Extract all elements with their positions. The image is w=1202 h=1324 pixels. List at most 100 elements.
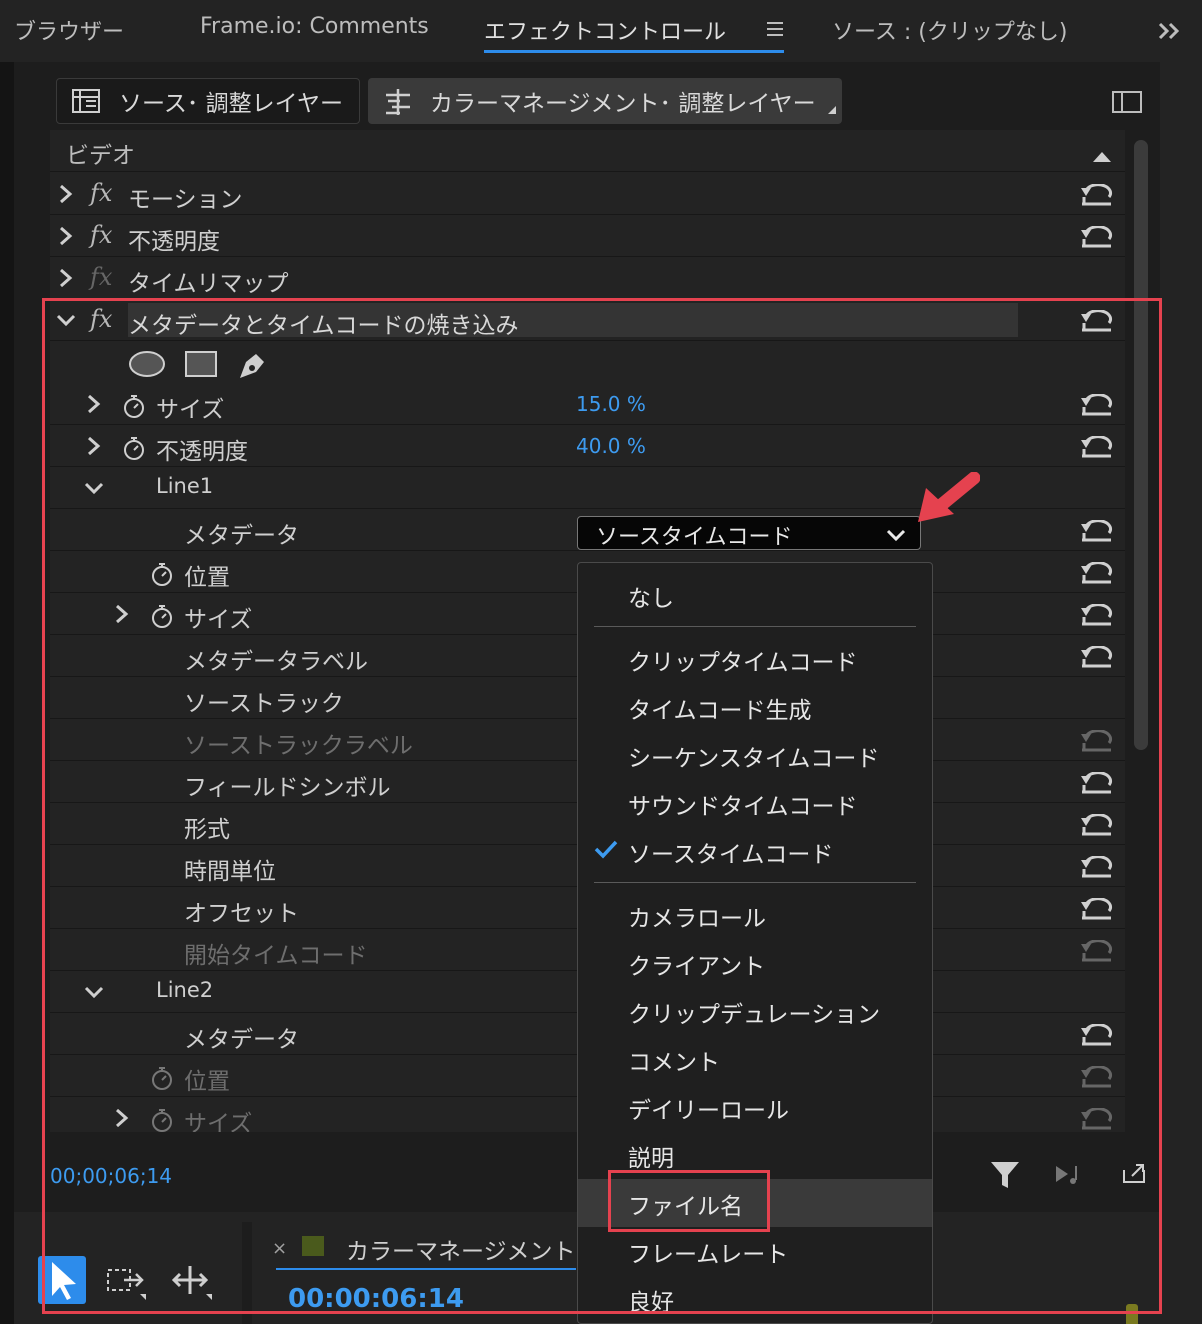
effect-row-metadata-burnin[interactable]: fx メタデータとタイムコードの焼き込み — [50, 300, 1125, 341]
reset-icon[interactable] — [1079, 897, 1113, 922]
rectangle-mask-icon[interactable] — [184, 350, 218, 382]
prop-label: 不透明度 — [156, 439, 248, 465]
prop-row-size[interactable]: サイズ 15.0 % — [50, 384, 1125, 425]
chevron-right-icon[interactable] — [56, 226, 76, 246]
reset-icon[interactable] — [1079, 813, 1113, 838]
track-select-tool-icon[interactable] — [106, 1264, 148, 1304]
menu-item-client[interactable]: クライアント — [628, 947, 765, 981]
chevron-right-icon[interactable] — [56, 184, 76, 204]
fx-icon: fx — [90, 263, 113, 291]
metadata-options-menu: なし クリップタイムコード タイムコード生成 シーケンスタイムコード サウンドタ… — [577, 562, 933, 1324]
fx-icon[interactable]: fx — [90, 221, 112, 249]
effect-row-time-remap[interactable]: fx タイムリマップ — [50, 258, 1125, 299]
target-clip-button[interactable]: カラーマネージメント･ 調整レイヤー — [368, 78, 842, 124]
reset-icon[interactable] — [1079, 519, 1113, 544]
toggle-timeline-icon[interactable] — [1112, 90, 1144, 118]
tab-effect-controls[interactable]: エフェクトコントロール — [484, 14, 726, 46]
ripple-edit-tool-icon[interactable] — [170, 1264, 214, 1304]
export-icon[interactable] — [1120, 1160, 1148, 1190]
menu-item-description[interactable]: 説明 — [628, 1139, 674, 1173]
menu-item-comment[interactable]: コメント — [628, 1043, 720, 1077]
menu-separator — [594, 626, 916, 627]
chevron-down-icon[interactable] — [84, 478, 104, 498]
menu-item-frame-rate[interactable]: フレームレート — [628, 1235, 788, 1269]
reset-icon — [1079, 1065, 1113, 1090]
stopwatch-icon[interactable] — [122, 394, 146, 418]
reset-icon[interactable] — [1079, 561, 1113, 586]
reset-icon[interactable] — [1079, 1023, 1113, 1048]
reset-icon[interactable] — [1079, 225, 1113, 250]
reset-icon[interactable] — [1079, 435, 1113, 460]
menu-item-generated-timecode[interactable]: タイムコード生成 — [628, 691, 812, 725]
effect-row-opacity[interactable]: fx 不透明度 — [50, 216, 1125, 257]
filter-icon[interactable] — [990, 1160, 1020, 1194]
prop-label: 位置 — [184, 565, 230, 591]
tab-source[interactable]: ソース : (クリップなし) — [832, 14, 1067, 46]
menu-item-sound-timecode[interactable]: サウンドタイムコード — [628, 787, 858, 821]
chevron-right-icon[interactable] — [56, 268, 76, 288]
prop-label: サイズ — [184, 1111, 253, 1132]
chevron-right-icon[interactable] — [112, 604, 132, 624]
playhead-marker[interactable] — [1126, 1304, 1138, 1324]
reset-icon — [1079, 939, 1113, 964]
reset-icon[interactable] — [1079, 645, 1113, 670]
play-audio-icon[interactable] — [1054, 1162, 1086, 1192]
video-section-header[interactable]: ビデオ — [50, 130, 1125, 172]
prop-label: フィールドシンボル — [184, 775, 391, 801]
opacity-value[interactable]: 40.0 % — [576, 434, 646, 458]
stopwatch-icon[interactable] — [150, 604, 174, 628]
menu-item-daily-roll[interactable]: デイリーロール — [628, 1091, 789, 1125]
reset-icon[interactable] — [1079, 309, 1113, 334]
chevron-right-icon[interactable] — [84, 436, 104, 456]
overflow-tabs-icon[interactable] — [1158, 22, 1182, 44]
reset-icon[interactable] — [1079, 603, 1113, 628]
panel-menu-icon[interactable] — [766, 20, 784, 42]
chevron-down-icon[interactable] — [56, 310, 76, 330]
effect-name: タイムリマップ — [128, 271, 289, 297]
selection-tool-icon[interactable] — [38, 1256, 86, 1304]
collapse-up-icon[interactable] — [1093, 148, 1111, 167]
menu-item-camera-roll[interactable]: カメラロール — [628, 899, 766, 933]
sequence-tab-label[interactable]: カラーマネージメント — [346, 1232, 576, 1266]
reset-icon[interactable] — [1079, 183, 1113, 208]
menu-item-sequence-timecode[interactable]: シーケンスタイムコード — [628, 739, 879, 773]
reset-icon[interactable] — [1079, 771, 1113, 796]
reset-icon — [1079, 1107, 1113, 1132]
vertical-scrollbar[interactable] — [1134, 140, 1148, 750]
prop-label: メタデータラベル — [184, 649, 368, 675]
pen-mask-icon[interactable] — [236, 348, 270, 386]
panel-gutter — [1160, 62, 1202, 1212]
reset-icon — [1079, 729, 1113, 754]
size-value[interactable]: 15.0 % — [576, 392, 646, 416]
chevron-right-icon[interactable] — [112, 1108, 132, 1128]
stopwatch-icon[interactable] — [150, 562, 174, 586]
menu-item-clip-timecode[interactable]: クリップタイムコード — [628, 643, 858, 677]
clip-icon — [71, 87, 107, 115]
annotation-arrow-icon — [914, 471, 981, 532]
stopwatch-icon[interactable] — [122, 436, 146, 460]
menu-item-none[interactable]: なし — [628, 579, 674, 613]
tab-frameio-comments[interactable]: Frame.io: Comments — [200, 14, 429, 39]
reset-icon[interactable] — [1079, 393, 1113, 418]
tools-panel — [14, 1222, 242, 1324]
source-clip-button[interactable]: ソース･ 調整レイヤー — [56, 78, 360, 124]
effect-name: メタデータとタイムコードの焼き込み — [128, 313, 519, 339]
ellipse-mask-icon[interactable] — [128, 350, 166, 382]
chevron-right-icon[interactable] — [84, 394, 104, 414]
menu-item-file-name[interactable]: ファイル名 — [628, 1187, 743, 1221]
effect-row-motion[interactable]: fx モーション — [50, 174, 1125, 215]
chevron-down-icon[interactable] — [84, 982, 104, 1002]
reset-icon[interactable] — [1079, 855, 1113, 880]
prop-row-opacity[interactable]: 不透明度 40.0 % — [50, 426, 1125, 467]
menu-item-clip-duration[interactable]: クリップデュレーション — [628, 995, 880, 1029]
menu-item-good[interactable]: 良好 — [628, 1283, 674, 1317]
current-timecode[interactable]: 00;00;06;14 — [50, 1164, 172, 1188]
tab-browser[interactable]: ブラウザー — [14, 14, 124, 46]
metadata-dropdown[interactable]: ソースタイムコード — [577, 516, 921, 550]
menu-item-source-timecode[interactable]: ソースタイムコード — [628, 835, 833, 869]
close-sequence-icon[interactable]: × — [272, 1238, 287, 1259]
fx-icon[interactable]: fx — [90, 305, 112, 333]
stopwatch-icon — [150, 1108, 174, 1132]
sequence-timecode[interactable]: 00:00:06:14 — [288, 1284, 464, 1314]
fx-icon[interactable]: fx — [90, 179, 112, 207]
